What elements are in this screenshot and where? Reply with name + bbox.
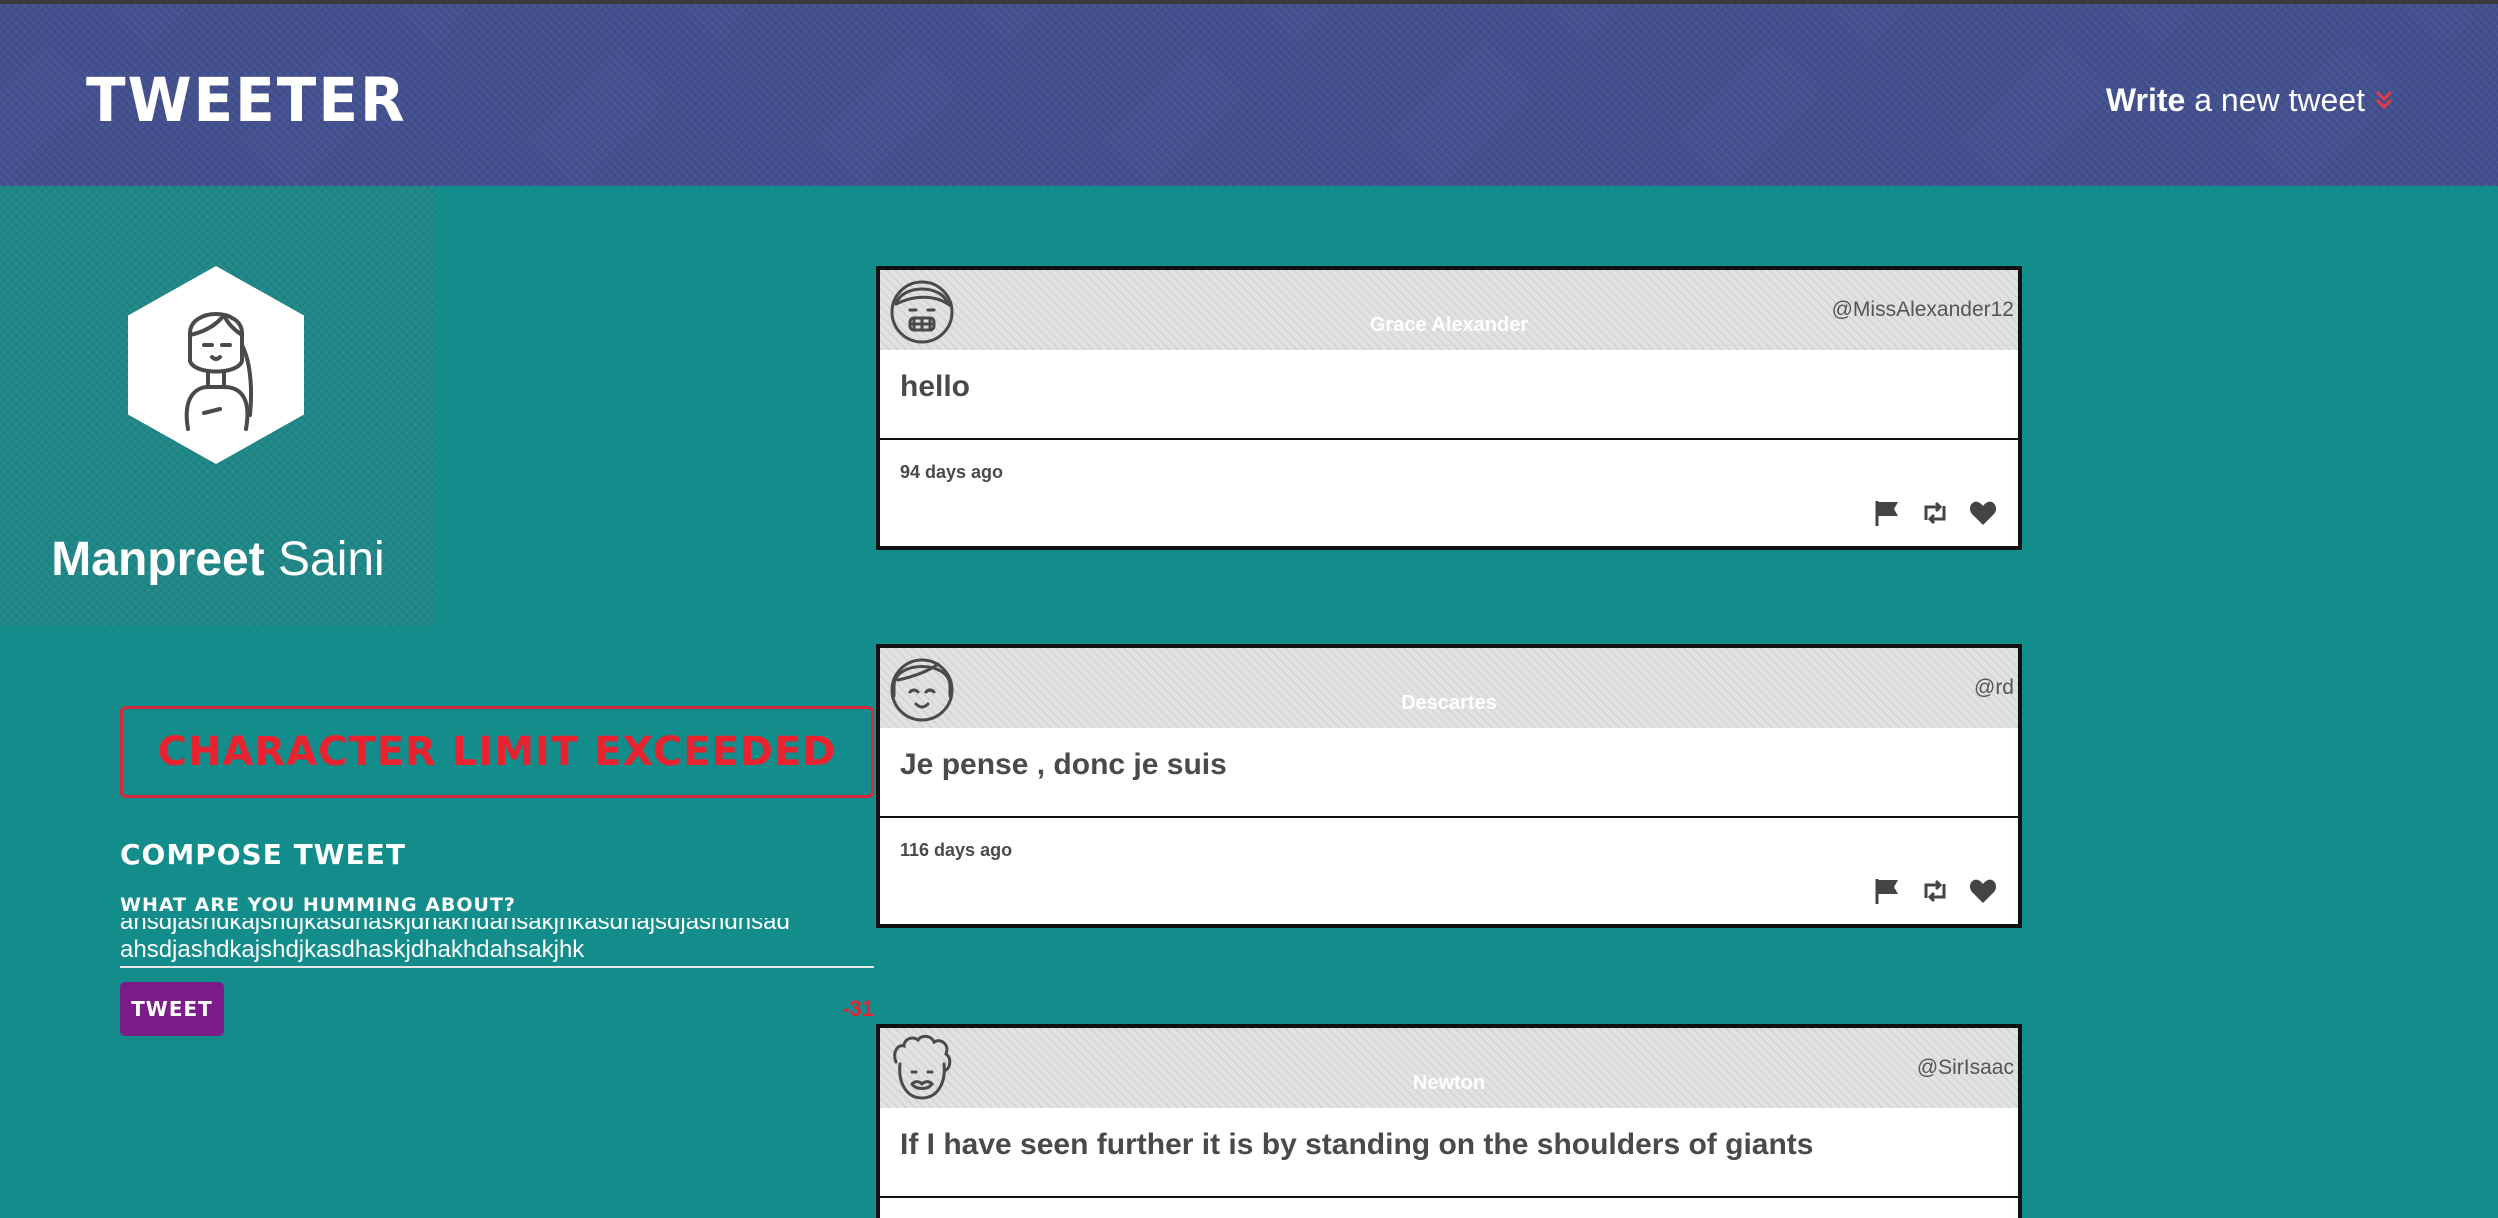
write-new-tweet-button[interactable]: Write a new tweet (2106, 82, 2393, 119)
tweet-timestamp: 94 days ago (900, 462, 1004, 482)
write-label-bold: Write (2105, 82, 2186, 118)
profile-name: Manpreet Saini (0, 532, 436, 587)
compose-title: Compose Tweet (120, 838, 406, 871)
retweet-icon[interactable] (1920, 498, 1950, 528)
flag-icon[interactable] (1872, 876, 1902, 906)
tweet-footer: 116 days ago (880, 818, 2018, 924)
write-label-rest: a new tweet (2194, 82, 2365, 118)
brand-logo[interactable]: TWEETER (86, 64, 407, 135)
tweet-card: Grace Alexander @MissAlexander12 hello 9… (876, 266, 2022, 550)
heart-icon[interactable] (1968, 498, 1998, 528)
error-message: Character limit exceeded (120, 706, 874, 798)
tweet-timestamp: 116 days ago (900, 840, 1013, 860)
tweet-author-handle[interactable]: @SirIsaac (1917, 1056, 2014, 1080)
profile-first-name: Manpreet (51, 533, 265, 586)
profile-panel: Manpreet Saini (0, 186, 436, 626)
tweet-actions (1872, 876, 1998, 906)
tweet-text-line-1: ahsdjashdkajshdjkasdhaskjdhakhdahsakjhka… (120, 918, 790, 935)
tweet-author-name: Newton (1412, 1072, 1486, 1094)
retweet-icon[interactable] (1920, 876, 1950, 906)
tweet-textarea[interactable]: ahsdjashdkajshdjkasdhaskjdhakhdahsakjhka… (120, 918, 874, 968)
tweet-actions (1872, 498, 1998, 528)
tweet-header: Newton @SirIsaac (880, 1028, 2018, 1108)
tweet-submit-button[interactable]: Tweet (120, 982, 224, 1036)
tweet-card: Newton @SirIsaac If I have seen further … (876, 1024, 2022, 1218)
tweet-footer: 94 days ago (880, 440, 2018, 546)
tweet-author-name: Descartes (1401, 692, 1497, 714)
tweet-content: hello (880, 350, 2018, 440)
tweet-author-handle[interactable]: @MissAlexander12 (1832, 298, 2014, 322)
tweet-text-line-2: ahsdjashdkajshdjkasdhaskjdhakhdahsakjhk (120, 936, 585, 963)
navbar: TWEETER Write a new tweet (0, 4, 2498, 186)
tweet-content: If I have seen further it is by standing… (880, 1108, 2018, 1198)
flag-icon[interactable] (1872, 498, 1902, 528)
tweet-header: Grace Alexander @MissAlexander12 (880, 270, 2018, 350)
tweet-header: Descartes @rd (880, 648, 2018, 728)
tweet-content: Je pense , donc je suis (880, 728, 2018, 818)
compose-label: What are you humming about? (120, 894, 516, 916)
girl-avatar-icon (184, 312, 254, 431)
tweet-card: Descartes @rd Je pense , donc je suis 11… (876, 644, 2022, 928)
profile-avatar (128, 266, 304, 464)
tweet-author-handle[interactable]: @rd (1974, 676, 2014, 700)
heart-icon[interactable] (1968, 876, 1998, 906)
profile-last-name: Saini (277, 533, 385, 586)
character-counter: -31 (842, 996, 874, 1021)
double-chevron-down-icon (2375, 89, 2393, 115)
